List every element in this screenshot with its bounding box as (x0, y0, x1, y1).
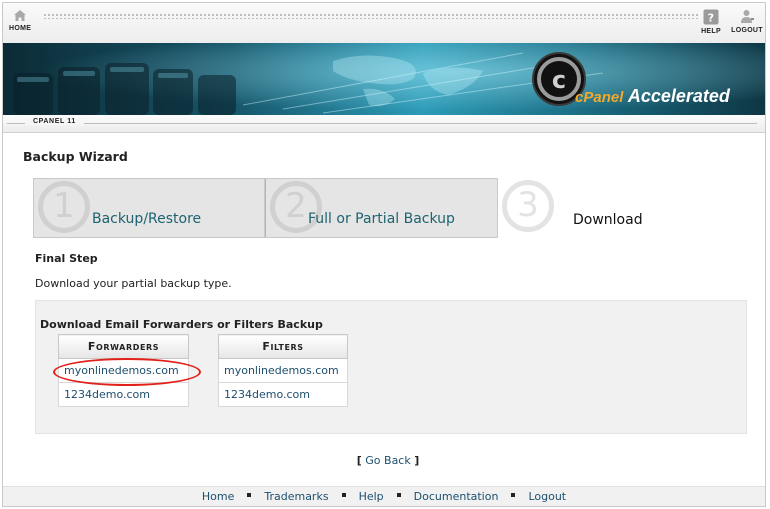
home-icon (14, 10, 26, 21)
footer-links: Home Trademarks Help Documentation Logout (3, 490, 765, 503)
footer-separator (341, 492, 346, 497)
cpanel-banner: c cPanel Accelerated (3, 43, 765, 115)
home-label: HOME (9, 25, 32, 32)
go-back-link[interactable]: Go Back (365, 454, 410, 467)
step-label-backup-restore: Backup/Restore (92, 211, 202, 227)
forwarders-table: Forwarders myonlinedemos.com 1234demo.co… (58, 334, 189, 407)
table-row: myonlinedemos.com (58, 358, 189, 383)
cpanel-window: HOME ? HELP LOGOUT c cPanel Accelerated … (2, 2, 766, 507)
forwarders-domain-link[interactable]: myonlinedemos.com (58, 358, 189, 383)
footer-nav-bar: Home Trademarks Help Documentation Logout (3, 486, 765, 506)
brand-cpanel-text: cPanel (575, 89, 624, 106)
final-step-heading: Final Step (35, 252, 98, 265)
step-number-1: 1 (38, 181, 90, 233)
brand-accelerated-text: Accelerated (627, 86, 730, 106)
svg-text:?: ? (708, 12, 715, 25)
final-step-description: Download your partial backup type. (35, 277, 232, 290)
page-title: Backup Wizard (23, 149, 128, 164)
home-button[interactable]: HOME (9, 9, 31, 32)
footer-link-help[interactable]: Help (359, 490, 384, 503)
filters-table: Filters myonlinedemos.com 1234demo.com (218, 334, 348, 407)
help-button[interactable]: ? HELP (700, 9, 722, 35)
help-icon: ? (703, 9, 719, 25)
step-number-3: 3 (502, 180, 554, 232)
go-back-bracket-close: ] (414, 454, 420, 467)
go-back-row: [ Go Back ] (3, 454, 770, 467)
logout-button[interactable]: LOGOUT (731, 9, 763, 34)
logout-label: LOGOUT (731, 27, 763, 34)
footer-link-documentation[interactable]: Documentation (414, 490, 499, 503)
help-label: HELP (701, 28, 721, 35)
footer-link-home[interactable]: Home (202, 490, 234, 503)
footer-separator (396, 492, 401, 497)
toolbar-dotted-divider (43, 13, 699, 19)
wizard-step-download-current: 3 Download (498, 178, 748, 238)
version-label: CPANEL 11 (25, 118, 84, 125)
filters-domain-link[interactable]: 1234demo.com (218, 382, 348, 407)
footer-separator (247, 492, 252, 497)
forwarders-domain-link[interactable]: 1234demo.com (58, 382, 189, 407)
filters-domain-link[interactable]: myonlinedemos.com (218, 358, 348, 383)
wizard-step-backup-restore[interactable]: 1 Backup/Restore (33, 178, 265, 238)
forwarders-header: Forwarders (58, 334, 189, 359)
version-divider (7, 123, 757, 124)
step-label-full-partial: Full or Partial Backup (308, 211, 455, 227)
wizard-step-full-partial-backup[interactable]: 2 Full or Partial Backup (265, 178, 498, 238)
footer-link-trademarks[interactable]: Trademarks (264, 490, 328, 503)
panel-title: Download Email Forwarders or Filters Bac… (40, 318, 323, 331)
table-row: 1234demo.com (218, 382, 348, 407)
user-logout-icon (740, 10, 754, 23)
cpanel-brand: cPanel Accelerated (575, 86, 730, 107)
version-bar: CPANEL 11 (3, 115, 765, 133)
email-backup-panel: Download Email Forwarders or Filters Bac… (35, 300, 747, 434)
go-back-bracket-open: [ (356, 454, 362, 467)
svg-text:c: c (552, 66, 566, 94)
footer-separator (511, 492, 516, 497)
step-label-download: Download (573, 212, 643, 228)
top-toolbar: HOME ? HELP LOGOUT (3, 3, 765, 45)
table-row: myonlinedemos.com (218, 358, 348, 383)
filters-header: Filters (218, 334, 348, 359)
footer-link-logout[interactable]: Logout (528, 490, 566, 503)
table-row: 1234demo.com (58, 382, 189, 407)
